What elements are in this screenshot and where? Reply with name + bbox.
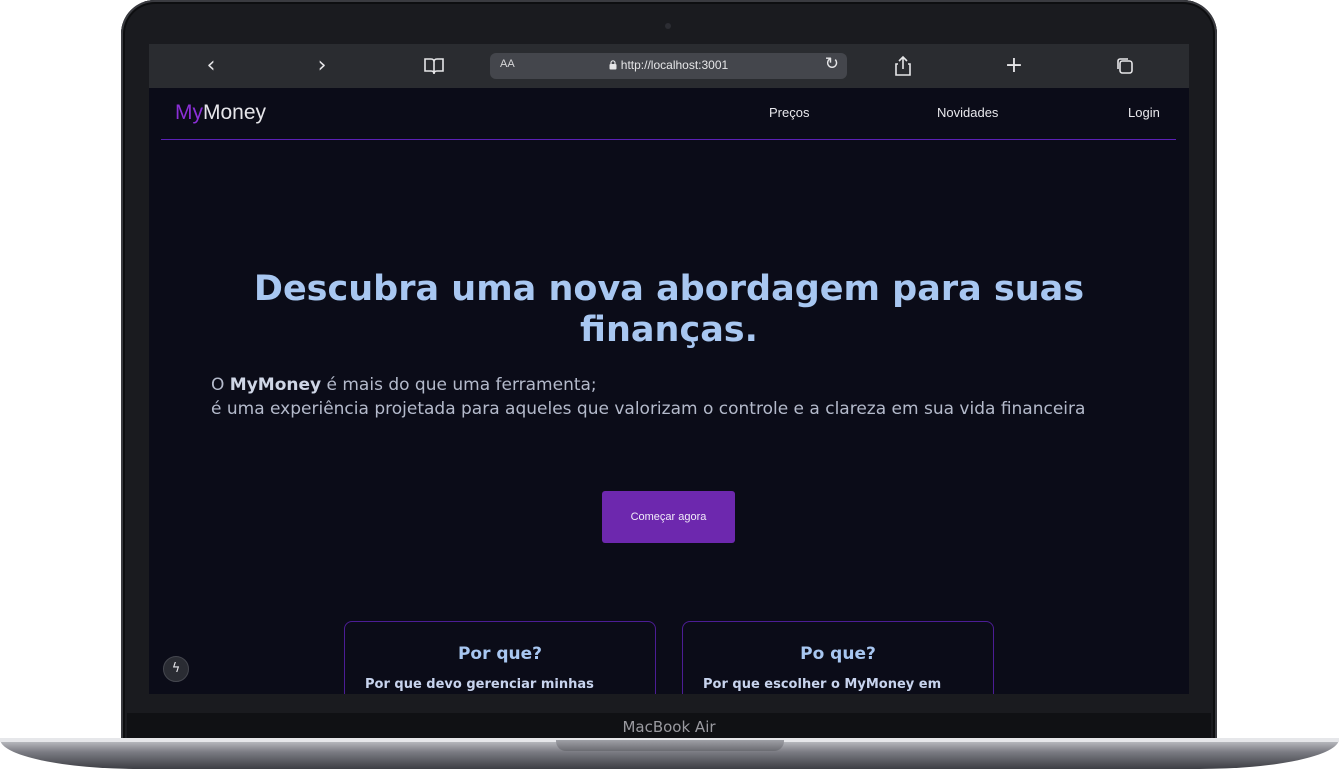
address-bar[interactable]: AA http://localhost:3001 ↻ bbox=[490, 53, 847, 79]
browser-screen: ‹ › AA http://localhost:3001 ↻ + MyMoney… bbox=[149, 44, 1189, 694]
desc-prefix: O bbox=[211, 375, 230, 395]
desc-line1: é mais do que uma ferramenta; bbox=[321, 375, 597, 395]
card-text: Por que escolher o MyMoney em bbox=[703, 677, 942, 692]
nav-link-login[interactable]: Login bbox=[1128, 105, 1160, 120]
share-icon[interactable] bbox=[891, 53, 915, 79]
hero-description: O MyMoney é mais do que uma ferramenta; … bbox=[211, 373, 1171, 421]
new-tab-icon[interactable]: + bbox=[1002, 53, 1026, 79]
camera-icon bbox=[665, 23, 671, 29]
book-icon[interactable] bbox=[422, 53, 446, 79]
logo-suffix: Money bbox=[203, 101, 267, 124]
desc-brand: MyMoney bbox=[229, 375, 322, 395]
hero-title: Descubra uma nova abordagem para suas fi… bbox=[253, 269, 1085, 350]
url-text: http://localhost:3001 bbox=[490, 58, 847, 72]
card-text: Por que devo gerenciar minhas bbox=[365, 677, 594, 692]
feature-card-choose: Po que? Por que escolher o MyMoney em bbox=[682, 621, 994, 694]
laptop-notch bbox=[556, 740, 784, 751]
card-title: Po que? bbox=[800, 644, 876, 664]
laptop-chin: MacBook Air bbox=[127, 713, 1211, 740]
start-now-button[interactable]: Começar agora bbox=[602, 491, 735, 543]
nav-link-novidades[interactable]: Novidades bbox=[937, 105, 998, 120]
top-nav: MyMoney Preços Novidades Login bbox=[161, 88, 1176, 140]
feature-card-why: Por que? Por que devo gerenciar minhas bbox=[344, 621, 656, 694]
back-icon[interactable]: ‹ bbox=[199, 53, 223, 79]
logo[interactable]: MyMoney bbox=[175, 101, 266, 125]
tabs-icon[interactable] bbox=[1113, 53, 1137, 79]
forward-icon[interactable]: › bbox=[310, 53, 334, 79]
desc-line2: é uma experiência projetada para aqueles… bbox=[211, 399, 1086, 419]
safari-toolbar: ‹ › AA http://localhost:3001 ↻ + bbox=[149, 44, 1189, 88]
device-label: MacBook Air bbox=[622, 718, 716, 736]
logo-prefix: My bbox=[175, 101, 203, 124]
lightning-icon[interactable]: ϟ bbox=[163, 656, 189, 682]
lock-icon bbox=[609, 60, 617, 70]
nav-link-precos[interactable]: Preços bbox=[769, 105, 809, 120]
card-title: Por que? bbox=[457, 644, 543, 664]
reload-icon[interactable]: ↻ bbox=[825, 54, 839, 74]
url-value: http://localhost:3001 bbox=[620, 58, 729, 72]
